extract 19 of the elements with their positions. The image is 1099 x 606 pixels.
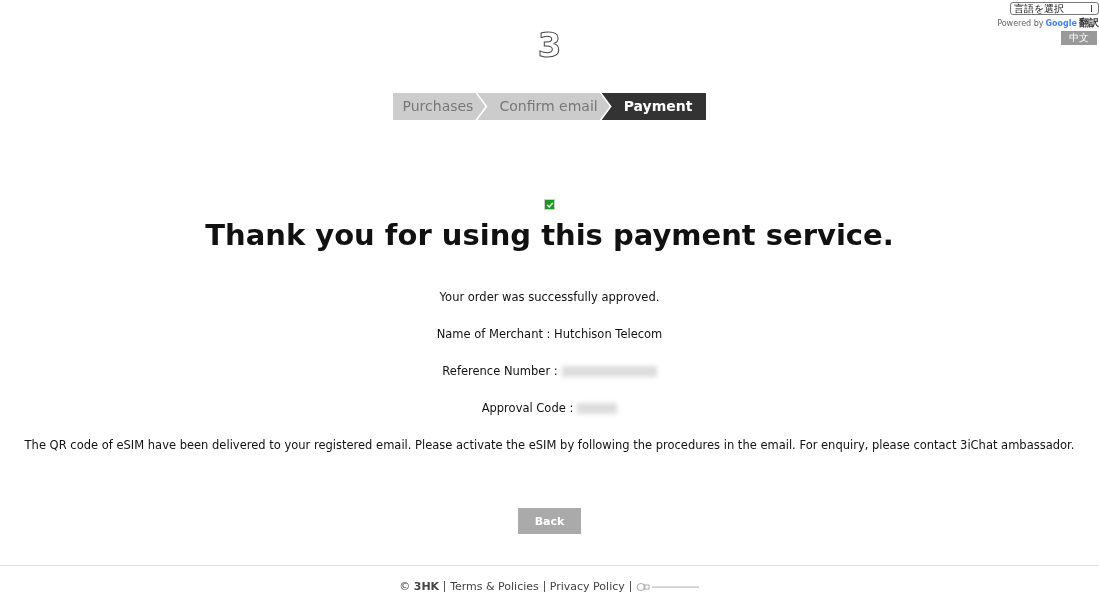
progress-step: Purchases (392, 93, 486, 120)
hutchison-logo-icon (635, 581, 700, 592)
message-text: Name of Merchant : Hutchison Telecom (436, 327, 663, 341)
translate-label: 翻訳 (1079, 16, 1099, 30)
field-label: Reference Number : (442, 364, 558, 378)
powered-by-label: Powered by (997, 18, 1044, 28)
redacted-value (577, 402, 618, 414)
progress-step: Confirm email (477, 93, 610, 120)
copyright-text: © 3HK (399, 580, 440, 593)
language-select[interactable]: 言語を選択 (1010, 2, 1099, 15)
footer-link[interactable]: Privacy Policy (549, 580, 625, 593)
heading: Thank you for using this payment service. (205, 218, 894, 252)
message-text: Your order was successfully approved. (439, 290, 660, 304)
message-text: The QR code of eSIM have been delivered to your registered email. Please activate the eSIM by following the procedures in the email. For enquiry, please contact 3iChat ambassador. (24, 438, 1075, 452)
progress-step: Payment (601, 93, 707, 120)
footer-link[interactable]: Terms & Policies (450, 580, 539, 593)
field-label: Approval Code : (481, 401, 574, 415)
google-label: Google (1045, 18, 1077, 28)
logo: 3 (537, 25, 562, 65)
